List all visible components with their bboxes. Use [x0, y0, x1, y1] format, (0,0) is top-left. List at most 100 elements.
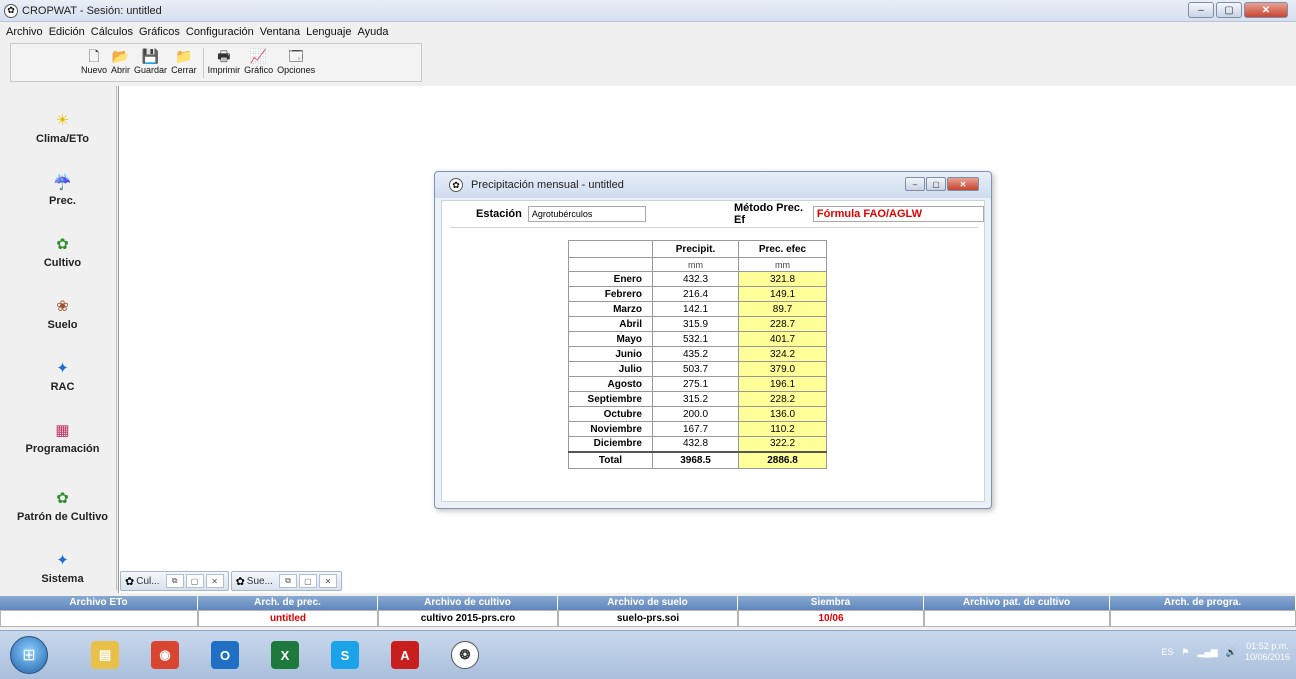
options-icon: 🗔: [288, 48, 304, 64]
minimized-window-tab[interactable]: ✿ Cul... ⧉ ▢ ✕: [120, 571, 229, 591]
toolbar-opciones-button[interactable]: 🗔 Opciones: [277, 44, 315, 75]
menu-archivo[interactable]: Archivo: [6, 26, 43, 38]
child-minimize-button[interactable]: –: [905, 177, 925, 191]
child-title-bar[interactable]: ✿ Precipitación mensual - untitled – ▢ ✕: [435, 172, 991, 198]
month-cell: Diciembre: [568, 436, 653, 452]
precip-cell[interactable]: 167.7: [652, 421, 739, 437]
toolbar-grafico-button[interactable]: 📈 Gráfico: [244, 44, 273, 75]
maximize-icon[interactable]: ▢: [298, 574, 317, 588]
folder-icon: ▤: [91, 641, 119, 669]
effective-precip-cell: 196.1: [738, 376, 827, 392]
toolbar-abrir-button[interactable]: 📂 Abrir: [111, 44, 130, 75]
cropwat-app: ✿ CROPWAT - Sesión: untitled – ▢ ✕ Archi…: [0, 0, 1296, 679]
taskbar-cropwat-button[interactable]: ❂: [440, 634, 490, 676]
window-controls: – ▢ ✕: [1188, 2, 1288, 18]
minimize-button[interactable]: –: [1188, 2, 1214, 18]
status-header: Archivo pat. de cultivo: [924, 596, 1110, 610]
app-icon: ✿: [125, 575, 135, 588]
taskbar-chrome-button[interactable]: ◉: [140, 634, 190, 676]
precip-cell[interactable]: 200.0: [652, 406, 739, 422]
restore-icon[interactable]: ⧉: [165, 574, 184, 588]
excel-icon: X: [271, 641, 299, 669]
system-tray: ES ⚑ ▂▄▆ 🔊 01:52 p.m. 10/06/2016: [1161, 641, 1290, 663]
effective-precip-cell: 322.2: [738, 436, 827, 452]
precip-cell[interactable]: 432.3: [652, 271, 739, 287]
precip-cell[interactable]: 532.1: [652, 331, 739, 347]
flag-icon[interactable]: ⚑: [1181, 647, 1189, 658]
table-row: Junio 435.2 324.2: [568, 346, 827, 362]
toolbar-cerrar-button[interactable]: 📁 Cerrar: [171, 44, 197, 75]
crop-icon: ✿: [56, 236, 69, 253]
child-app-icon: ✿: [449, 178, 463, 192]
sidebar-item-suelo[interactable]: ❀ Suelo: [8, 284, 117, 344]
chart-icon: 📈: [249, 48, 268, 64]
menu-ayuda[interactable]: Ayuda: [357, 26, 388, 38]
menu-calculos[interactable]: Cálculos: [91, 26, 133, 38]
toolbar-label: Imprimir: [207, 65, 241, 75]
sidebar-item-label: Suelo: [47, 319, 78, 331]
menu-configuracion[interactable]: Configuración: [186, 26, 254, 38]
sidebar-item-prec-[interactable]: ☔ Prec.: [8, 160, 117, 220]
toolbar-label: Nuevo: [81, 65, 108, 75]
precip-cell[interactable]: 275.1: [652, 376, 739, 392]
table-row: Mayo 532.1 401.7: [568, 331, 827, 347]
effective-precip-cell: 149.1: [738, 286, 827, 302]
close-icon[interactable]: ✕: [205, 574, 224, 588]
toolbar-label: Guardar: [134, 65, 168, 75]
precip-cell[interactable]: 315.9: [652, 316, 739, 332]
menu-lenguaje[interactable]: Lenguaje: [306, 26, 351, 38]
precip-cell[interactable]: 435.2: [652, 346, 739, 362]
maximize-button[interactable]: ▢: [1216, 2, 1242, 18]
maximize-icon[interactable]: ▢: [185, 574, 204, 588]
toolbar-nuevo-button[interactable]: 🗋 Nuevo: [81, 44, 107, 75]
taskbar-excel-button[interactable]: X: [260, 634, 310, 676]
language-indicator[interactable]: ES: [1161, 647, 1173, 657]
precip-cell[interactable]: 216.4: [652, 286, 739, 302]
precip-cell[interactable]: 142.1: [652, 301, 739, 317]
effective-precip-cell: 401.7: [738, 331, 827, 347]
precip-cell[interactable]: 315.2: [652, 391, 739, 407]
sidebar-item-sistema[interactable]: ✦ Sistema: [8, 538, 117, 598]
start-button[interactable]: ⊞: [10, 636, 48, 674]
volume-icon[interactable]: 🔊: [1226, 647, 1237, 658]
restore-icon[interactable]: ⧉: [278, 574, 297, 588]
clock[interactable]: 01:52 p.m. 10/06/2016: [1245, 641, 1290, 663]
sidebar-item-cultivo[interactable]: ✿ Cultivo: [8, 222, 117, 282]
menu-graficos[interactable]: Gráficos: [139, 26, 180, 38]
menu-bar: Archivo Edición Cálculos Gráficos Configurac…: [0, 22, 1296, 42]
child-maximize-button[interactable]: ▢: [926, 177, 946, 191]
child-close-button[interactable]: ✕: [947, 177, 979, 191]
sidebar-item-programacion[interactable]: ▦ Programación: [8, 408, 117, 468]
unit-prec-efec: mm: [738, 257, 827, 272]
child-window-title: Precipitación mensual - untitled: [471, 179, 624, 191]
taskbar-explorer-button[interactable]: ▤: [80, 634, 130, 676]
toolbar-imprimir-button[interactable]: 🖶 Imprimir: [208, 44, 241, 75]
precip-cell[interactable]: 503.7: [652, 361, 739, 377]
network-icon[interactable]: ▂▄▆: [1198, 647, 1218, 658]
effective-precip-cell: 379.0: [738, 361, 827, 377]
precip-cell[interactable]: 432.8: [652, 436, 739, 452]
child-window-controls: – ▢ ✕: [905, 177, 979, 191]
close-icon[interactable]: ✕: [318, 574, 337, 588]
method-row: Método Prec. Ef Fórmula FAO/AGLW: [734, 202, 984, 226]
toolbar-label: Opciones: [277, 65, 316, 75]
toolbar-guardar-button[interactable]: 💾 Guardar: [134, 44, 167, 75]
sidebar-item-rac[interactable]: ✦ RAC: [8, 346, 117, 406]
taskbar-outlook-button[interactable]: O: [200, 634, 250, 676]
menu-ventana[interactable]: Ventana: [260, 26, 300, 38]
acrobat-icon: A: [391, 641, 419, 669]
sidebar-item-clima-eto[interactable]: ☀ Clima/ETo: [8, 98, 117, 158]
total-label: Total: [568, 450, 653, 469]
minimized-window-tab[interactable]: ✿ Sue... ⧉ ▢ ✕: [230, 571, 342, 591]
menu-edicion[interactable]: Edición: [49, 26, 85, 38]
taskbar-acrobat-button[interactable]: A: [380, 634, 430, 676]
month-cell: Septiembre: [568, 391, 653, 407]
soil-icon: ❀: [56, 298, 69, 315]
method-field[interactable]: Fórmula FAO/AGLW: [812, 206, 984, 222]
station-field[interactable]: Agrotubérculos: [527, 206, 646, 222]
taskbar-skype-button[interactable]: S: [320, 634, 370, 676]
close-button[interactable]: ✕: [1244, 2, 1288, 18]
month-cell: Marzo: [568, 301, 653, 317]
rac-icon: ✦: [56, 360, 69, 377]
sidebar-item-patron-de-cultivo[interactable]: ✿ Patrón de Cultivo: [8, 476, 117, 536]
